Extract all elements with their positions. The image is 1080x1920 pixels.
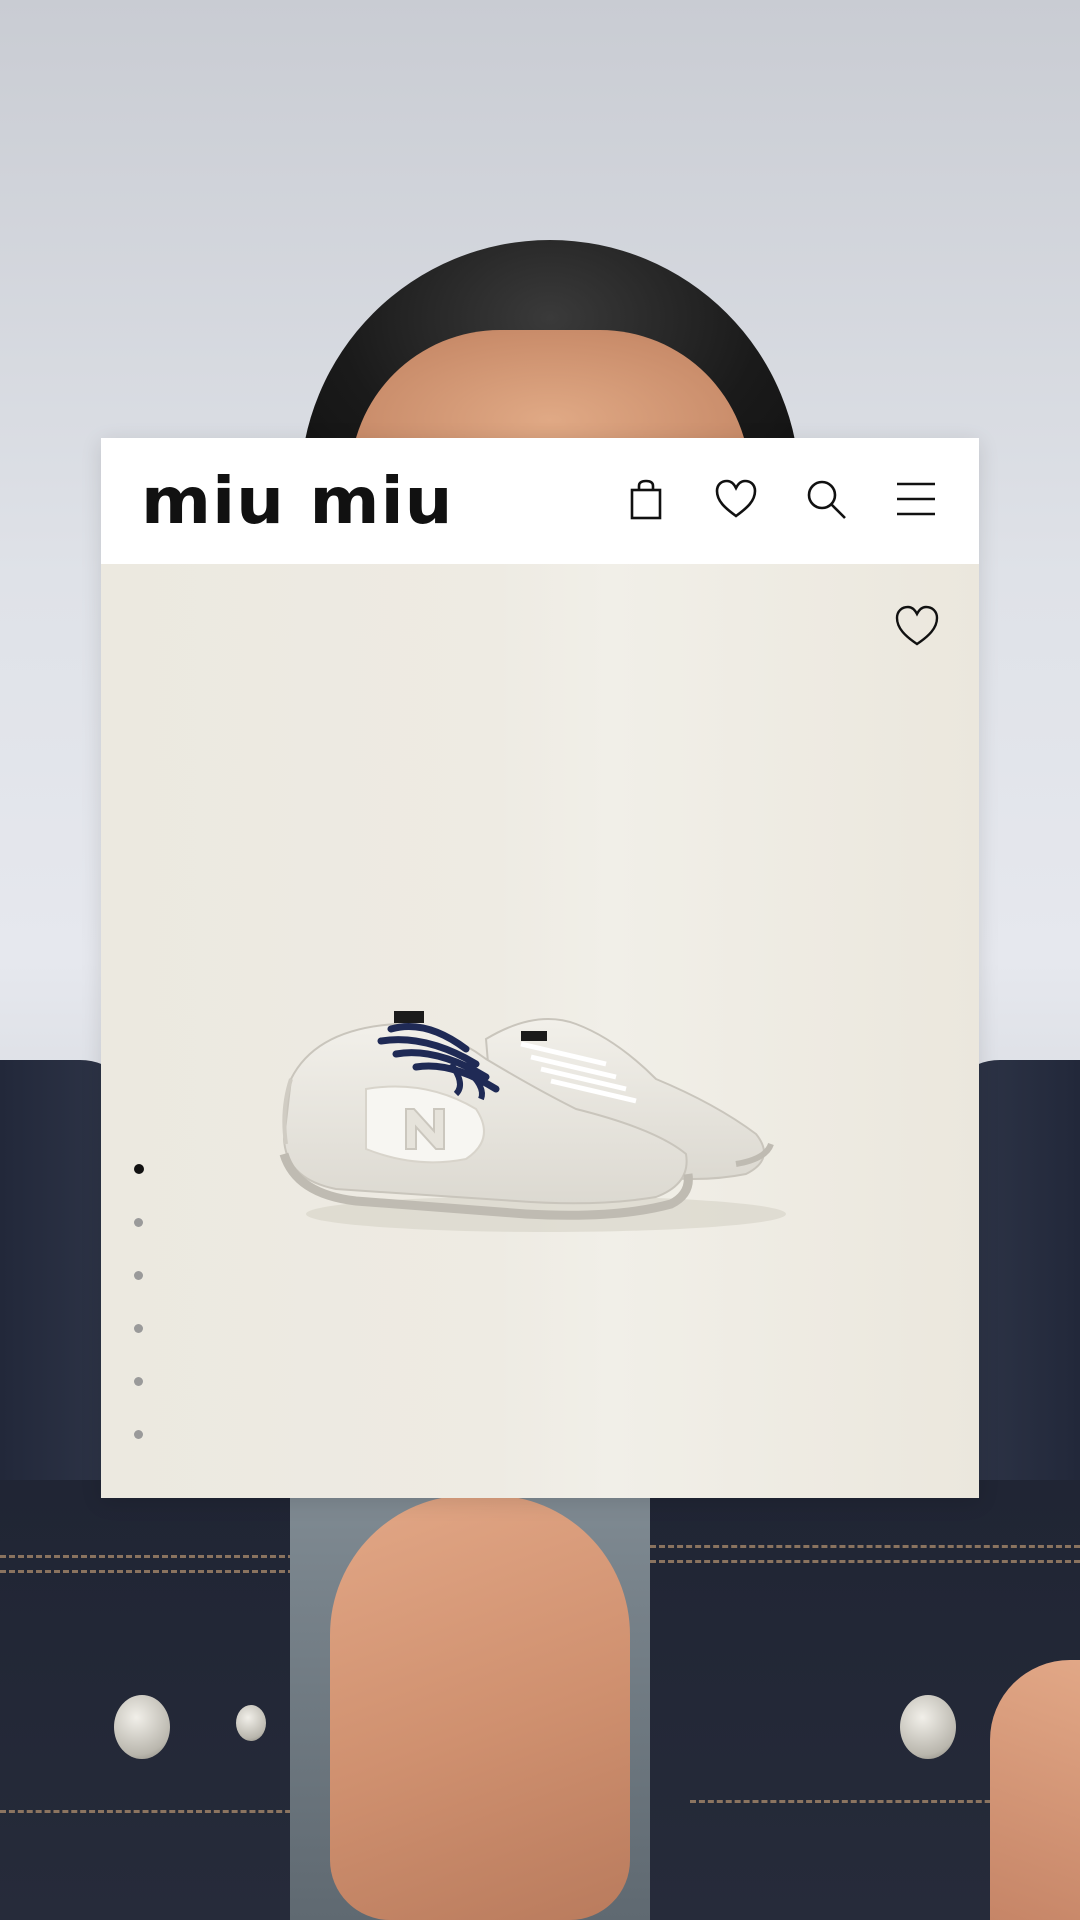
- sneaker-product-image: [279, 1011, 786, 1232]
- site-header: miu miu: [101, 438, 979, 565]
- product-image-gallery[interactable]: [101, 564, 979, 1498]
- background-stitch: [650, 1560, 1080, 1563]
- gallery-dot-2[interactable]: [134, 1218, 143, 1227]
- gallery-dot-1[interactable]: [134, 1164, 144, 1174]
- gallery-dot-4[interactable]: [134, 1324, 143, 1333]
- search-icon[interactable]: [803, 476, 849, 522]
- background-stitch: [650, 1545, 1080, 1548]
- background-stitch: [0, 1810, 300, 1813]
- heart-icon[interactable]: [713, 476, 759, 522]
- shopping-bag-icon[interactable]: [623, 476, 669, 522]
- background-stitch: [0, 1555, 330, 1558]
- add-to-wishlist-heart-icon[interactable]: [893, 602, 941, 650]
- background-hand: [330, 1495, 630, 1920]
- background-hand-right: [990, 1660, 1080, 1920]
- gallery-dot-6[interactable]: [134, 1430, 143, 1439]
- gallery-pagination: [134, 1164, 144, 1439]
- background-jacket-button: [900, 1695, 956, 1759]
- product-page-card: miu miu: [101, 438, 979, 1498]
- gallery-dot-3[interactable]: [134, 1271, 143, 1280]
- video-frame: miu miu: [0, 0, 1080, 1920]
- background-shirt-button: [236, 1705, 266, 1741]
- gallery-dot-5[interactable]: [134, 1377, 143, 1386]
- brand-logo[interactable]: miu miu: [141, 470, 454, 534]
- background-stitch: [0, 1570, 330, 1573]
- background-jacket-button: [114, 1695, 170, 1759]
- header-icons: [623, 476, 939, 522]
- menu-icon[interactable]: [893, 476, 939, 522]
